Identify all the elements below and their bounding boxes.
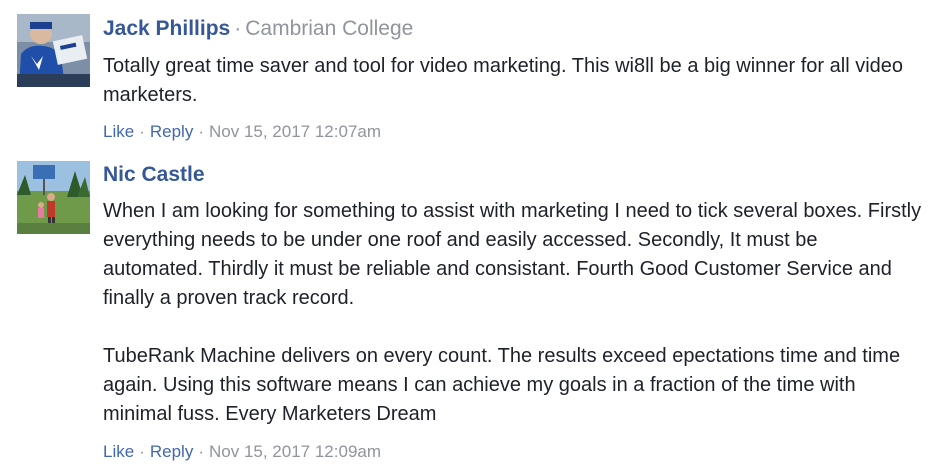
comment-content: Nic Castle When I am looking for somethi… xyxy=(103,162,923,463)
avatar-photo-nic xyxy=(17,161,90,234)
separator-dot: · xyxy=(198,442,204,461)
timestamp-link[interactable]: Nov 15, 2017 12:07am xyxy=(209,122,381,141)
separator-dot: · xyxy=(139,122,145,141)
avatar-photo-jack xyxy=(17,14,90,87)
separator-dot: · xyxy=(234,17,242,40)
like-link[interactable]: Like xyxy=(103,442,134,461)
like-link[interactable]: Like xyxy=(103,122,134,141)
comment-body: When I am looking for something to assis… xyxy=(103,197,923,429)
avatar[interactable] xyxy=(17,161,90,234)
comment-paragraph: TubeRank Machine delivers on every count… xyxy=(103,345,901,425)
separator-dot: · xyxy=(198,122,204,141)
avatar[interactable] xyxy=(17,14,90,87)
author-name-link[interactable]: Nic Castle xyxy=(103,163,205,186)
comment-paragraph: Totally great time saver and tool for vi… xyxy=(103,55,904,106)
comment-actions: Like · Reply · Nov 15, 2017 12:07am xyxy=(103,121,923,143)
comment-header: Nic Castle xyxy=(103,162,923,188)
comment-actions: Like · Reply · Nov 15, 2017 12:09am xyxy=(103,441,923,463)
separator-dot: · xyxy=(139,442,145,461)
comment-paragraph: When I am looking for something to assis… xyxy=(103,200,922,309)
reply-link[interactable]: Reply xyxy=(150,442,193,461)
comment-body: Totally great time saver and tool for vi… xyxy=(103,52,923,110)
reply-link[interactable]: Reply xyxy=(150,122,193,141)
comment-content: Jack Phillips · Cambrian College Totally g… xyxy=(103,16,923,143)
timestamp-link[interactable]: Nov 15, 2017 12:09am xyxy=(209,442,381,461)
comment-header: Jack Phillips · Cambrian College xyxy=(103,16,923,42)
author-affiliation: Cambrian College xyxy=(245,17,414,40)
author-name-link[interactable]: Jack Phillips xyxy=(103,17,230,40)
